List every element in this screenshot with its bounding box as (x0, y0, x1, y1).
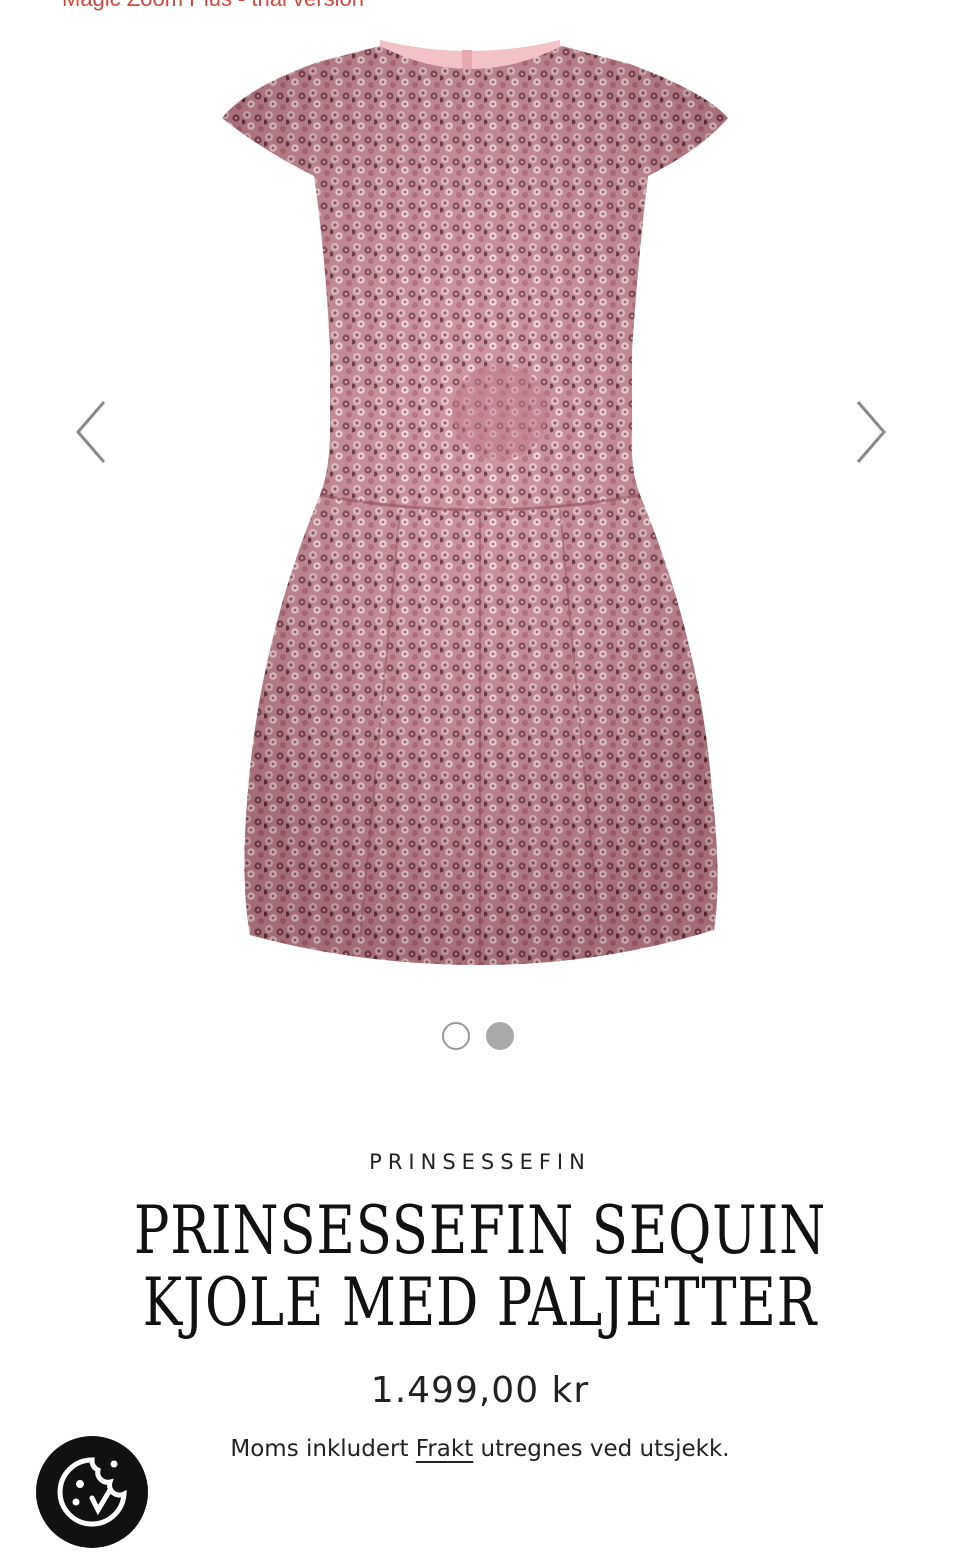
product-image-gallery[interactable] (0, 0, 960, 1000)
tax-note-prefix: Moms inkludert (230, 1436, 416, 1462)
next-image-button[interactable] (850, 400, 890, 464)
tax-note-suffix: utregnes ved utsjekk. (473, 1436, 730, 1462)
previous-image-button[interactable] (72, 400, 112, 464)
product-title: PRINSESSEFIN SEQUIN KJOLE MED PALJETTER (128, 1195, 832, 1339)
chevron-left-icon (76, 401, 106, 463)
gallery-pagination (442, 1022, 522, 1052)
shipping-link[interactable]: Frakt (416, 1436, 473, 1462)
gallery-dot-1[interactable] (442, 1022, 470, 1050)
gallery-dot-2-active[interactable] (486, 1022, 514, 1050)
product-image[interactable] (0, 0, 960, 1000)
chevron-right-icon (856, 401, 886, 463)
product-title-line-2: KJOLE MED PALJETTER (142, 1264, 818, 1341)
cookie-consent-button[interactable] (36, 1436, 148, 1548)
cookie-icon (57, 1457, 127, 1527)
product-brand[interactable]: PRINSESSEFIN (0, 1150, 960, 1174)
product-price: 1.499,00 kr (370, 1370, 590, 1411)
product-title-line-1: PRINSESSEFIN SEQUIN (133, 1192, 827, 1269)
